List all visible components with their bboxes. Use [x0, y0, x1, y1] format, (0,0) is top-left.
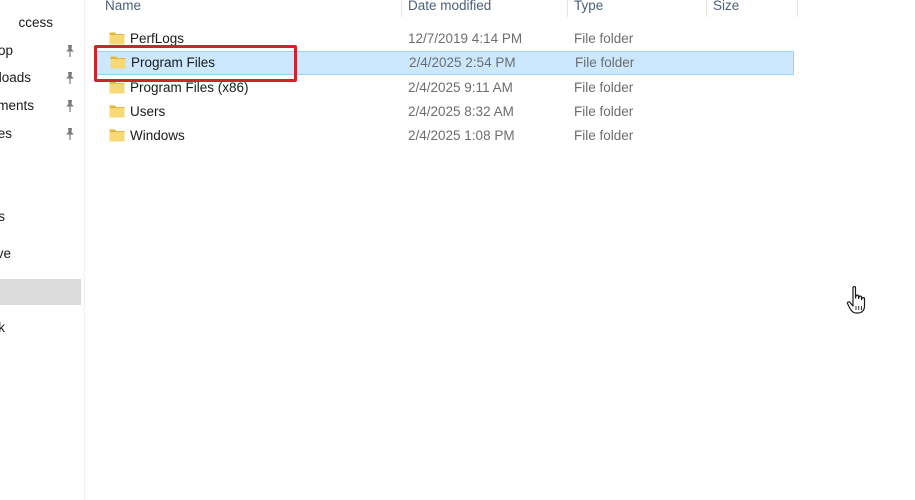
row-type: File folder — [575, 55, 635, 70]
folder-icon — [109, 105, 125, 118]
file-list[interactable]: Name Date modified Type Size PerfLogs 12… — [84, 0, 915, 500]
row-date-modified: 2/4/2025 2:54 PM — [409, 55, 516, 70]
file-explorer-window: ccess op loads ments es — [0, 0, 915, 500]
row-name: PerfLogs — [130, 31, 185, 46]
row-name: Users — [130, 104, 166, 119]
nav-item-label: ve — [0, 246, 11, 261]
navigation-pane[interactable]: ccess op loads ments es — [0, 0, 85, 500]
folder-icon — [109, 32, 125, 45]
table-row[interactable]: Program Files (x86) 2/4/2025 9:11 AM Fil… — [96, 76, 794, 100]
nav-item-label: k — [0, 315, 5, 341]
column-header-date-modified[interactable]: Date modified — [402, 0, 567, 17]
nav-item-videos[interactable]: s — [0, 204, 81, 230]
table-row[interactable]: Users 2/4/2025 8:32 AM File folder — [96, 100, 794, 124]
row-name: Windows — [130, 128, 185, 143]
nav-item-documents[interactable]: ments — [0, 93, 81, 119]
row-type: File folder — [574, 80, 634, 95]
nav-item-this-pc[interactable] — [0, 279, 81, 305]
pin-icon[interactable] — [64, 44, 76, 58]
row-name: Program Files (x86) — [130, 80, 249, 95]
nav-item-quick-access[interactable]: ccess — [0, 10, 81, 36]
table-row-selected[interactable]: Program Files 2/4/2025 2:54 PM File fold… — [96, 51, 794, 75]
row-date-modified: 2/4/2025 1:08 PM — [408, 128, 515, 143]
nav-item-onedrive[interactable]: ve — [0, 241, 81, 267]
folder-icon — [110, 56, 126, 69]
row-type: File folder — [574, 128, 634, 143]
folder-icon — [109, 129, 125, 142]
row-name: Program Files — [131, 55, 216, 70]
nav-item-label: loads — [0, 70, 31, 85]
row-date-modified: 2/4/2025 9:11 AM — [408, 80, 513, 95]
nav-item-downloads[interactable]: loads — [0, 65, 81, 91]
column-header-type[interactable]: Type — [568, 0, 706, 17]
nav-item-label: s — [0, 204, 5, 230]
nav-item-desktop[interactable]: op — [0, 38, 81, 64]
nav-item-label: op — [0, 43, 13, 58]
pin-icon[interactable] — [64, 71, 76, 85]
pin-icon[interactable] — [64, 127, 76, 141]
nav-item-label: ments — [0, 98, 34, 113]
row-date-modified: 2/4/2025 8:32 AM — [408, 104, 514, 119]
row-date-modified: 12/7/2019 4:14 PM — [408, 31, 523, 46]
nav-item-pictures[interactable]: es — [0, 121, 81, 147]
nav-item-label: es — [0, 126, 12, 141]
row-type: File folder — [574, 104, 634, 119]
folder-icon — [109, 81, 125, 94]
row-type: File folder — [574, 31, 634, 46]
table-row[interactable]: Windows 2/4/2025 1:08 PM File folder — [96, 124, 794, 148]
nav-item-label: ccess — [18, 15, 53, 30]
table-row[interactable]: PerfLogs 12/7/2019 4:14 PM File folder — [96, 27, 794, 51]
pin-icon[interactable] — [64, 99, 76, 113]
column-header-name[interactable]: Name — [99, 0, 402, 17]
column-separator[interactable] — [797, 0, 798, 17]
nav-item-network[interactable]: k — [0, 315, 81, 341]
column-header-size[interactable]: Size — [707, 0, 797, 17]
